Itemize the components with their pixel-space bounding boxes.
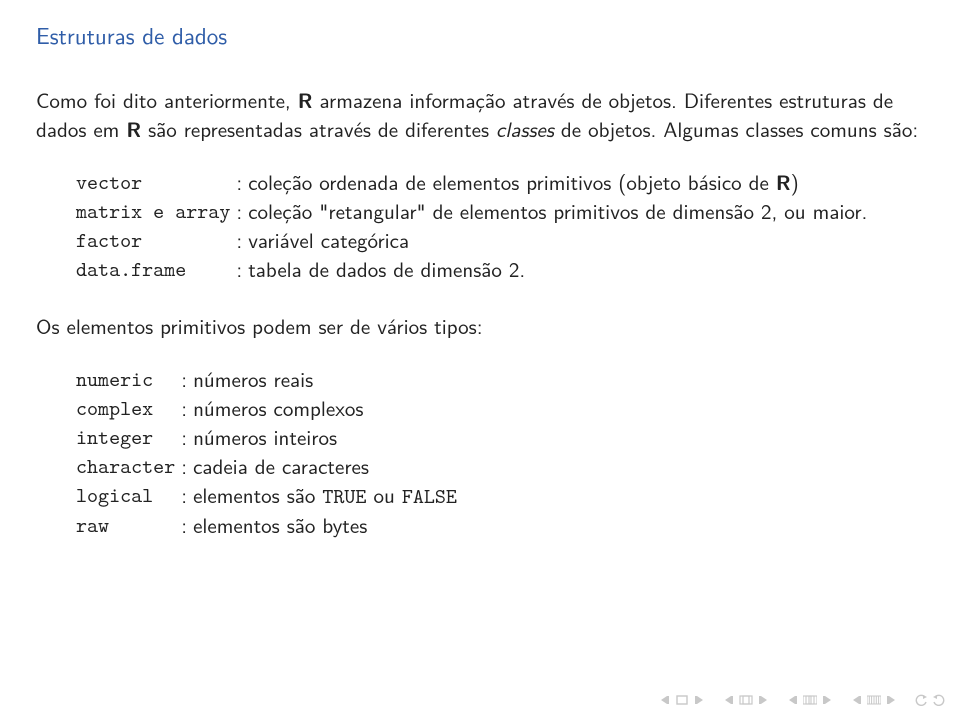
separator: : [236, 168, 248, 197]
intro-paragraph: Como foi dito anteriormente, R armazena … [36, 86, 923, 144]
text: de objetos. Algumas classes comuns são: [554, 114, 918, 144]
r-bold: R [776, 167, 791, 197]
table-row: data.frame : tabela de dados de dimensão… [76, 255, 873, 284]
type-desc: números reais [193, 365, 463, 394]
section-box-icon[interactable] [803, 694, 817, 706]
separator: : [181, 452, 193, 481]
classes-italic: classes [496, 114, 554, 144]
section-prev-icon[interactable] [787, 694, 801, 706]
slide-prev-icon[interactable] [659, 694, 673, 706]
class-name: vector [76, 168, 236, 197]
beamer-nav-bar [659, 694, 945, 706]
types-intro: Os elementos primitivos podem ser de vár… [36, 312, 923, 341]
class-name: factor [76, 226, 236, 255]
frame-prev-icon[interactable] [723, 694, 737, 706]
class-desc: coleção ordenada de elementos primitivos… [248, 168, 873, 197]
redo-icon[interactable] [931, 694, 945, 706]
class-name: matrix e array [76, 197, 236, 226]
type-desc: elementos são TRUE ou FALSE [193, 481, 463, 511]
frame-box-icon[interactable] [739, 694, 753, 706]
text: coleção ordenada de elementos primitivos… [248, 167, 776, 197]
table-row: factor : variável categórica [76, 226, 873, 255]
subsection-box-icon[interactable] [867, 694, 881, 706]
class-name: data.frame [76, 255, 236, 284]
classes-table: vector : coleção ordenada de elementos p… [76, 168, 873, 284]
type-name: character [76, 452, 181, 481]
type-desc: números inteiros [193, 423, 463, 452]
types-table: numeric : números reais complex : número… [76, 365, 463, 540]
nav-subsection-group [851, 694, 897, 706]
type-desc: cadeia de caracteres [193, 452, 463, 481]
type-desc: elementos são bytes [193, 511, 463, 540]
text: ) [791, 167, 799, 197]
subsection-next-icon[interactable] [883, 694, 897, 706]
nav-section-group [787, 694, 833, 706]
tt-false: FALSE [402, 482, 457, 510]
table-row: character : cadeia de caracteres [76, 452, 463, 481]
type-name: numeric [76, 365, 181, 394]
separator: : [236, 255, 248, 284]
undo-icon[interactable] [915, 694, 929, 706]
nav-undo-redo-group [915, 694, 945, 706]
section-next-icon[interactable] [819, 694, 833, 706]
class-desc: tabela de dados de dimensão 2. [248, 255, 873, 284]
text: ou [366, 480, 401, 510]
type-name: raw [76, 511, 181, 540]
table-row: vector : coleção ordenada de elementos p… [76, 168, 873, 197]
slide-next-icon[interactable] [691, 694, 705, 706]
slide-box-icon[interactable] [675, 694, 689, 706]
table-row: integer : números inteiros [76, 423, 463, 452]
table-row: complex : números complexos [76, 394, 463, 423]
separator: : [181, 394, 193, 423]
frame-next-icon[interactable] [755, 694, 769, 706]
separator: : [181, 365, 193, 394]
type-desc: números complexos [193, 394, 463, 423]
separator: : [181, 423, 193, 452]
r-bold: R [126, 114, 141, 144]
table-row: matrix e array : coleção "retangular" de… [76, 197, 873, 226]
separator: : [181, 511, 193, 540]
separator: : [236, 226, 248, 255]
subsection-prev-icon[interactable] [851, 694, 865, 706]
type-name: complex [76, 394, 181, 423]
tt-true: TRUE [322, 482, 366, 510]
separator: : [236, 197, 248, 226]
separator: : [181, 481, 193, 511]
text: são representadas através de diferentes [141, 114, 496, 144]
nav-slide-group [659, 694, 705, 706]
nav-frame-group [723, 694, 769, 706]
text: Como foi dito anteriormente, [36, 85, 298, 115]
slide-title: Estruturas de dados [36, 18, 923, 52]
type-name: integer [76, 423, 181, 452]
table-row: raw : elementos são bytes [76, 511, 463, 540]
text: elementos são [193, 480, 322, 510]
r-bold: R [298, 85, 313, 115]
table-row: numeric : números reais [76, 365, 463, 394]
class-desc: variável categórica [248, 226, 873, 255]
table-row: logical : elementos são TRUE ou FALSE [76, 481, 463, 511]
class-desc: coleção "retangular" de elementos primit… [248, 197, 873, 226]
type-name: logical [76, 481, 181, 511]
